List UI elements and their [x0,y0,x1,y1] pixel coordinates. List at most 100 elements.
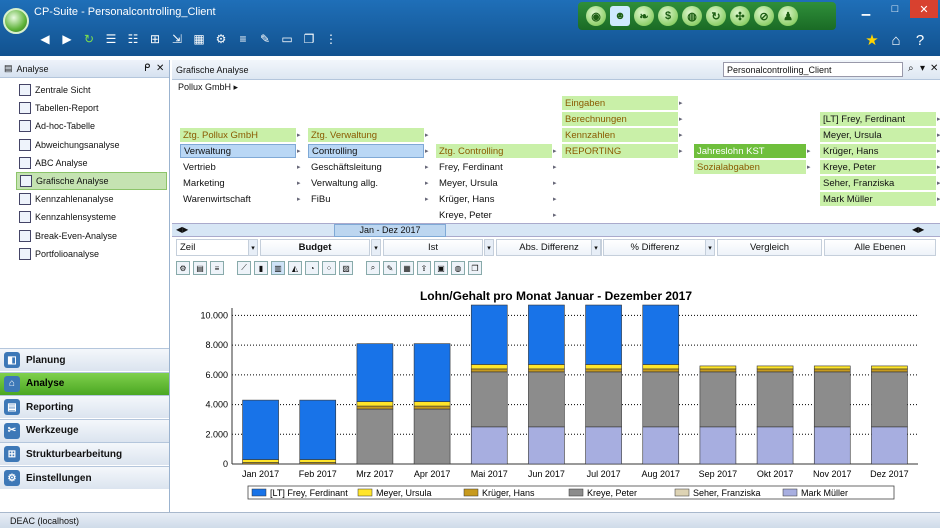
col6-item[interactable]: Krüger, Hans [820,144,936,158]
breadcrumb[interactable]: Pollux GmbH ▸ [178,82,238,93]
expand-arrow-icon[interactable]: ▸ [425,179,429,187]
tree-item-7[interactable]: Kennzahlensysteme [16,208,167,226]
tree-item-8[interactable]: Break-Even-Analyse [16,227,167,245]
nav-reporting-button[interactable]: ▤ Reporting [0,395,169,419]
col2-item[interactable]: Ztg. Verwaltung [308,128,424,142]
area-chart-icon[interactable]: ◭ [288,261,302,275]
comment-icon[interactable]: ▭ [278,30,296,48]
table-icon[interactable]: ▦ [190,30,208,48]
minimize-button[interactable]: ▁ [852,0,880,18]
favorite-icon[interactable]: ★ [862,30,882,50]
nav-werkzeuge-button[interactable]: ✂ Werkzeuge [0,418,169,442]
expand-arrow-icon[interactable]: ▸ [553,211,557,219]
col2-item[interactable]: Controlling [308,144,424,158]
dashboard-icon[interactable]: ◉ [586,6,606,26]
row-dropdown-icon[interactable]: ▾ [248,239,258,256]
help-icon[interactable]: ? [910,30,930,50]
close-button[interactable]: ✕ [910,0,938,18]
col5-item[interactable]: Jahreslohn KST [694,144,806,158]
expand-arrow-icon[interactable]: ▸ [679,147,683,155]
expand-arrow-icon[interactable]: ▸ [679,99,683,107]
chart-settings-icon[interactable]: ⚙ [176,261,190,275]
expand-arrow-icon[interactable]: ▸ [553,163,557,171]
col1-item[interactable]: Vertrieb [180,160,296,174]
row-select[interactable]: Zeil [176,239,252,256]
scatter-icon[interactable]: ⁘ [322,261,336,275]
close-panel-icon[interactable]: ✕ [156,63,164,74]
expand-arrow-icon[interactable]: ▸ [679,115,683,123]
nav-einstellungen-button[interactable]: ⚙ Einstellungen [0,466,169,489]
leaf-icon[interactable]: ❧ [634,6,654,26]
chart-legend-icon[interactable]: ≡ [210,261,224,275]
col1-item[interactable]: Verwaltung [180,144,296,158]
timeline-right-icon[interactable]: ◀▶ [912,225,924,234]
home-icon[interactable]: ⌂ [886,30,906,50]
nav-strukturbearbeitung-button[interactable]: ⊞ Strukturbearbeitung [0,442,169,466]
col3-item[interactable]: Ztg. Controlling [436,144,552,158]
copy-chart-icon[interactable]: ❐ [468,261,482,275]
col4-item[interactable]: Kennzahlen [562,128,678,142]
tree-expand-icon[interactable]: ☰ [102,30,120,48]
col2-item[interactable]: FiBu [308,192,424,206]
col1-item[interactable]: Marketing [180,176,296,190]
col3-item[interactable]: Krüger, Hans [436,192,552,206]
puzzle-icon[interactable]: ✣ [730,6,750,26]
compare-button[interactable]: Vergleich [717,239,822,256]
bar-chart-icon[interactable]: ▮ [254,261,268,275]
tree-item-4[interactable]: ABC Analyse [16,154,167,172]
col3-item[interactable]: Meyer, Ursula [436,176,552,190]
maximize-button[interactable]: □ [881,0,909,18]
tree-item-1[interactable]: Tabellen-Report [16,99,167,117]
chart-3d-icon[interactable]: ▨ [339,261,353,275]
col3-item[interactable]: Kreye, Peter [436,208,552,222]
expand-arrow-icon[interactable]: ▸ [297,179,301,187]
money-icon[interactable]: $ [658,6,678,26]
search-icon[interactable]: ⌕ [908,63,914,74]
timeline-bar[interactable]: ◀▶ Jan - Dez 2017 ◀▶ [172,223,940,237]
globe-icon[interactable]: ◍ [682,6,702,26]
col5-item[interactable]: Sozialabgaben [694,160,806,174]
expand-arrow-icon[interactable]: ▸ [425,131,429,139]
line-chart-icon[interactable]: ⟋ [237,261,251,275]
tree-item-3[interactable]: Abweichungsanalyse [16,136,167,154]
export-chart-icon[interactable]: ⇪ [417,261,431,275]
col6-item[interactable]: Seher, Franziska [820,176,936,190]
col1-item[interactable]: Ztg. Pollux GmbH [180,128,296,142]
timeline-left-icon[interactable]: ◀▶ [176,225,188,234]
expand-arrow-icon[interactable]: ▸ [425,163,429,171]
grid-icon[interactable]: ▦ [400,261,414,275]
chart-data-icon[interactable]: ▤ [193,261,207,275]
expand-arrow-icon[interactable]: ▸ [679,131,683,139]
pct-diff-button[interactable]: % Differenz [603,239,707,256]
zoom-icon[interactable]: ⌕ [366,261,380,275]
timeline-range[interactable]: Jan - Dez 2017 [334,224,446,237]
expand-arrow-icon[interactable]: ▸ [553,195,557,203]
col4-item[interactable]: Eingaben [562,96,678,110]
col6-item[interactable]: Meyer, Ursula [820,128,936,142]
all-levels-button[interactable]: Alle Ebenen [824,239,936,256]
tree-item-6[interactable]: Kennzahlenanalyse [16,190,167,208]
col3-item[interactable]: Frey, Ferdinant [436,160,552,174]
back-icon[interactable]: ◀ [36,30,54,48]
pin-icon[interactable]: ᑭ [144,63,150,74]
export-icon[interactable]: ⇲ [168,30,186,48]
nav-planung-button[interactable]: ◧ Planung [0,348,169,371]
expand-arrow-icon[interactable]: ▸ [297,195,301,203]
col1-item[interactable]: Warenwirtschaft [180,192,296,206]
ist-dropdown-icon[interactable]: ▾ [484,239,494,256]
structure-icon[interactable]: ⋮ [322,30,340,48]
col4-item[interactable]: REPORTING [562,144,678,158]
col2-item[interactable]: Verwaltung allg. [308,176,424,190]
hierarchy-icon[interactable]: ⊞ [146,30,164,48]
user-icon[interactable]: ♟ [778,6,798,26]
settings-icon[interactable]: ⚙ [212,30,230,48]
tree-item-2[interactable]: Ad-hoc-Tabelle [16,117,167,135]
stacked-bar-icon[interactable]: ▥ [271,261,285,275]
expand-arrow-icon[interactable]: ▸ [807,163,811,171]
budget-dropdown-icon[interactable]: ▾ [371,239,381,256]
dropdown-icon[interactable]: ▾ [920,63,925,74]
abs-diff-button[interactable]: Abs. Differenz [496,239,602,256]
edit-chart-icon[interactable]: ✎ [383,261,397,275]
compass-icon[interactable]: ⊘ [754,6,774,26]
people-icon[interactable]: ☻ [610,6,630,26]
